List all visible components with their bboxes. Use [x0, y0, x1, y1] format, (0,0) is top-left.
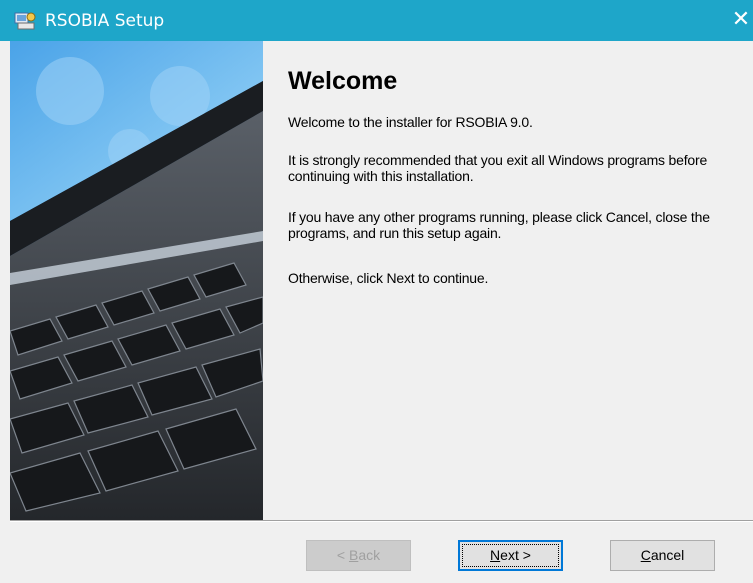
welcome-text: Welcome to the installer for RSOBIA 9.0.: [288, 114, 533, 130]
focus-rectangle: [462, 544, 559, 567]
window-frame-left: [0, 41, 10, 583]
cancel-instructions-text: If you have any other programs running, …: [288, 209, 710, 241]
installer-icon: [14, 12, 36, 30]
back-button-label: ack: [358, 547, 381, 563]
cancel-button[interactable]: Cancel: [610, 540, 715, 571]
close-icon[interactable]: ✕: [726, 4, 753, 36]
setup-window: RSOBIA Setup ✕ Welcome Welcome to the in…: [0, 0, 753, 583]
continue-text: Otherwise, click Next to continue.: [288, 270, 489, 286]
laptop-keyboard-image: [10, 41, 263, 520]
title-bar[interactable]: RSOBIA Setup ✕: [0, 0, 753, 41]
back-button-prefix: <: [336, 547, 349, 563]
welcome-panel: Welcome Welcome to the installer for RSO…: [263, 41, 753, 520]
recommendation-text: It is strongly recommended that you exit…: [288, 152, 708, 184]
page-title: Welcome: [288, 67, 398, 95]
button-separator: [10, 520, 753, 522]
back-button[interactable]: < Back: [306, 540, 411, 571]
cancel-button-label: ancel: [650, 547, 685, 563]
next-button[interactable]: Next >: [458, 540, 563, 571]
back-button-accel: B: [348, 547, 359, 563]
cancel-button-accel: C: [640, 547, 651, 563]
window-title: RSOBIA Setup: [45, 11, 165, 31]
